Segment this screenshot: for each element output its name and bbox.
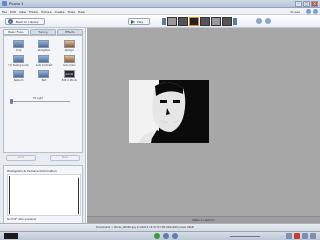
thumbnail[interactable]: [211, 17, 221, 26]
picnik-icon: picnik: [63, 70, 75, 78]
fix-label: I'm Feeling Lucky: [8, 64, 29, 67]
play-slideshow-button[interactable]: Play: [128, 18, 150, 25]
star-icon[interactable]: [154, 233, 160, 239]
menu-bar: File Edit View Folder Picture Create Too…: [0, 8, 320, 15]
redeye-button[interactable]: Redeye: [58, 40, 81, 52]
zoom-slider[interactable]: [230, 236, 260, 237]
histogram-dark-peak: [9, 176, 10, 214]
back-to-library-button[interactable]: ‹ Back to Library: [5, 18, 45, 25]
play-label: Play: [137, 19, 144, 24]
thumbnail[interactable]: [222, 17, 232, 26]
thumbnail[interactable]: [200, 17, 210, 26]
toolbar: ‹ Back to Library Play: [0, 15, 320, 28]
back-to-library-label: Back to Library: [16, 19, 39, 24]
status-bar: Downloads > Photo_00000.jpg 1/1/2013 12:…: [0, 223, 320, 231]
window-controls: – □ ×: [295, 1, 318, 7]
auto-color-button[interactable]: Auto Color: [58, 55, 81, 67]
fix-label: Redeye: [64, 49, 74, 52]
auto-contrast-button[interactable]: Auto Contrast: [32, 55, 55, 67]
thumbnail[interactable]: [178, 17, 188, 26]
feeling-lucky-button[interactable]: I'm Feeling Lucky: [7, 55, 30, 67]
auto-contrast-icon: [38, 55, 50, 63]
print-icon[interactable]: [302, 233, 308, 239]
file-info: Downloads > Photo_00000.jpg 1/1/2013 12:…: [96, 226, 194, 229]
fill-light-label: Fill Light: [33, 97, 43, 100]
play-icon: [131, 19, 135, 24]
basic-fixes-panel: Crop Straighten Redeye I'm Feeling Lucky…: [3, 35, 83, 153]
retouch-icon: [13, 70, 25, 78]
menu-view[interactable]: View: [19, 10, 26, 14]
app-icon: [2, 1, 7, 6]
brand-label: Picasa: [290, 9, 300, 14]
menu-picture[interactable]: Picture: [41, 10, 51, 14]
maximize-button[interactable]: □: [303, 1, 310, 7]
undo-button[interactable]: Undo: [6, 155, 36, 161]
export-icon[interactable]: [310, 233, 316, 239]
fix-label: Crop: [15, 49, 22, 52]
rotate-icon[interactable]: [256, 18, 262, 24]
rotate-right-icon[interactable]: [172, 233, 178, 239]
web-albums-icon[interactable]: [313, 9, 318, 14]
redo-button[interactable]: Redo: [50, 155, 80, 161]
fix-label: Text: [41, 79, 47, 82]
previous-photo-button[interactable]: [162, 18, 166, 25]
crop-icon: [13, 40, 25, 48]
account-icon[interactable]: [306, 9, 311, 14]
bottom-tray: [0, 231, 320, 240]
next-photo-button[interactable]: [233, 18, 237, 25]
photo[interactable]: [129, 80, 209, 143]
histogram-chart: [7, 174, 81, 216]
back-arrow-icon: ‹: [8, 19, 13, 24]
redeye-icon: [63, 40, 75, 48]
straighten-icon: [38, 40, 50, 48]
fill-light-slider-knob[interactable]: [10, 99, 13, 104]
fill-light-slider-track[interactable]: [10, 101, 70, 102]
text-button[interactable]: Text: [32, 70, 55, 82]
caption-field[interactable]: Make a caption!: [87, 216, 320, 223]
crop-button[interactable]: Crop: [7, 40, 30, 52]
fix-label: Auto Color: [63, 64, 76, 67]
thumbnail[interactable]: [167, 17, 177, 26]
lucky-icon: [13, 55, 25, 63]
edit-in-picnik-button[interactable]: picnik Edit in Picnik: [58, 70, 81, 82]
photo-image: [129, 80, 209, 143]
title-bar: Picasa 3 – □ ×: [0, 0, 320, 8]
histogram-title: Histogram & Camera Information: [7, 169, 57, 173]
window-title: Picasa 3: [9, 2, 24, 6]
menu-file[interactable]: File: [2, 10, 7, 14]
auto-color-icon: [63, 55, 75, 63]
fix-label: Auto Contrast: [35, 64, 53, 67]
histogram-light-peak: [78, 178, 79, 214]
menu-create[interactable]: Create: [55, 10, 65, 14]
thumbnail-strip: [162, 16, 252, 27]
menu-folder[interactable]: Folder: [29, 10, 38, 14]
menu-edit[interactable]: Edit: [10, 10, 16, 14]
fix-label: Straighten: [37, 49, 51, 52]
minimize-button[interactable]: –: [295, 1, 302, 7]
straighten-button[interactable]: Straighten: [32, 40, 55, 52]
retouch-button[interactable]: Retouch: [7, 70, 30, 82]
thumbnail-selected[interactable]: [189, 17, 199, 26]
compare-icon[interactable]: [265, 18, 271, 24]
close-button[interactable]: ×: [311, 1, 318, 7]
fix-label: Retouch: [13, 79, 24, 82]
exif-note: No EXIF data available: [7, 218, 37, 221]
menu-tools[interactable]: Tools: [68, 10, 75, 14]
text-icon: [38, 70, 50, 78]
menu-help[interactable]: Help: [78, 10, 85, 14]
email-icon[interactable]: [286, 233, 292, 239]
fix-label: Edit in Picnik: [61, 79, 77, 82]
upload-icon[interactable]: [294, 233, 300, 239]
photo-tray-thumbnail[interactable]: [4, 233, 18, 239]
rotate-left-icon[interactable]: [163, 233, 169, 239]
histogram-panel: Histogram & Camera Information No EXIF d…: [3, 165, 83, 227]
